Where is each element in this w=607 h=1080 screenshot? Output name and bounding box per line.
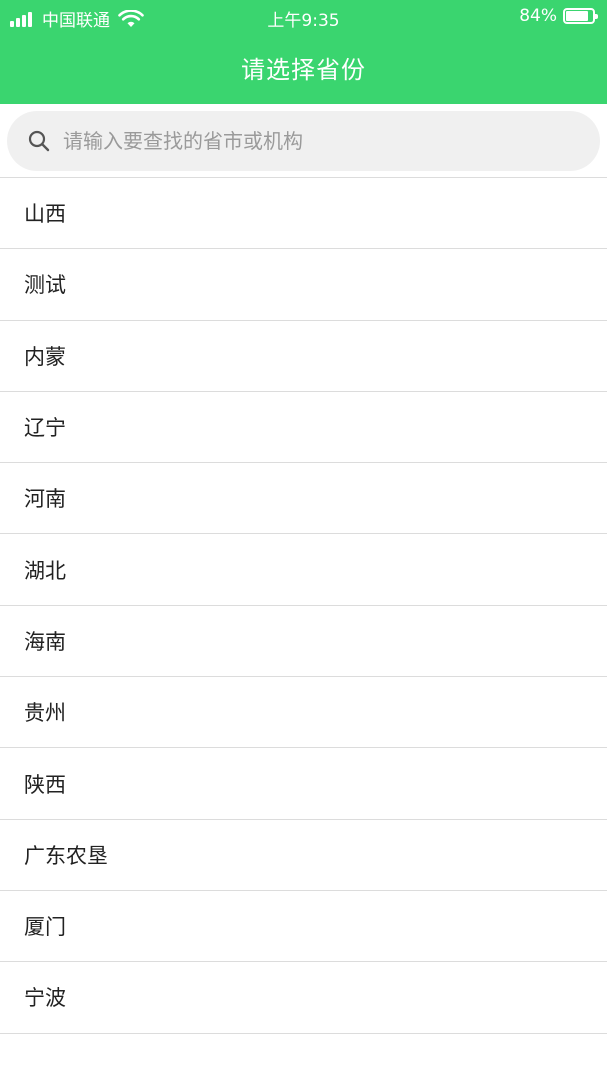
- province-item[interactable]: 陕西: [0, 748, 607, 820]
- status-bar: 中国联通 上午9:35 84%: [0, 0, 607, 34]
- page-title: 请选择省份: [241, 56, 366, 84]
- province-item[interactable]: 山西: [0, 178, 607, 250]
- province-item[interactable]: 湖北: [0, 534, 607, 606]
- battery-percent: 84%: [519, 6, 557, 26]
- battery-nub: [595, 14, 598, 19]
- province-item[interactable]: 测试: [0, 249, 607, 321]
- battery-icon: [563, 8, 598, 24]
- province-item[interactable]: 内蒙: [0, 321, 607, 392]
- header-bar: 中国联通 上午9:35 84% 请选择省份: [0, 0, 607, 104]
- province-item[interactable]: 河南: [0, 463, 607, 535]
- province-item[interactable]: 厦门: [0, 891, 607, 963]
- search-icon: [28, 130, 50, 152]
- province-item[interactable]: 广东农垦: [0, 820, 607, 891]
- province-item[interactable]: 贵州: [0, 677, 607, 749]
- battery-fill: [566, 11, 588, 21]
- search-area: [0, 104, 607, 178]
- status-time: 上午9:35: [267, 11, 340, 31]
- province-list: 山西 测试 内蒙 辽宁 河南 湖北 海南 贵州 陕西 广东农垦 厦门 宁波: [0, 177, 607, 1034]
- search-input[interactable]: [63, 129, 543, 153]
- province-item[interactable]: 海南: [0, 606, 607, 678]
- status-right: 84%: [519, 6, 598, 26]
- search-bar[interactable]: [7, 111, 600, 171]
- province-item[interactable]: 辽宁: [0, 392, 607, 464]
- province-item[interactable]: 宁波: [0, 962, 607, 1034]
